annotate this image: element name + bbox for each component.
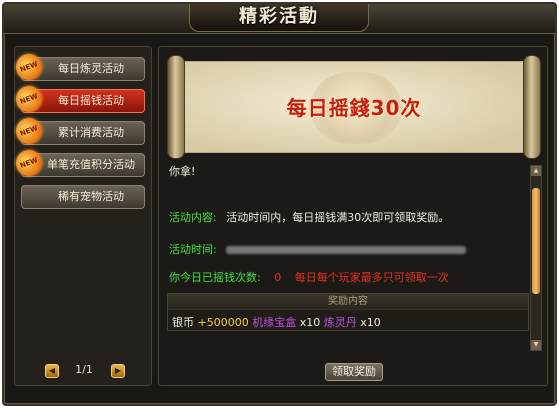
event-window: 精彩活動 NEW 每日炼灵活动 NEW 每日摇钱活动 NEW 累计消费活动 NE…	[2, 2, 557, 406]
sidebar-item-label: 每日摇钱活动	[58, 94, 124, 107]
new-badge-icon: NEW	[12, 146, 46, 180]
sidebar-item-rare-pet[interactable]: 稀有宠物活动	[21, 185, 145, 209]
next-page-icon[interactable]: ▶	[111, 364, 125, 378]
event-detail-panel: 每日摇錢30次 你拿! 活动内容: 活动时间内，每日摇钱满30次即可领取奖励。 …	[158, 46, 548, 386]
event-info: 你拿! 活动内容: 活动时间内，每日摇钱满30次即可领取奖励。 活动时间: 你今…	[167, 161, 529, 351]
scroll-rod-left-icon	[167, 55, 185, 159]
time-label: 活动时间:	[169, 243, 217, 256]
reward-item-name: 炼灵丹	[323, 316, 357, 329]
reward-row: 银币 +500000 机缘宝盒 x10 炼灵丹 x10	[168, 310, 528, 334]
sidebar-item-daily-money-shake[interactable]: NEW 每日摇钱活动	[12, 82, 145, 116]
banner-title: 每日摇錢30次	[286, 96, 422, 120]
currency-amount: +500000	[197, 316, 249, 329]
detail-scrollbar[interactable]: ▲ ▼	[530, 165, 542, 351]
time-row: 活动时间:	[169, 241, 467, 257]
pager: ◀ 1/1 ▶	[15, 361, 151, 383]
reward-item-qty: x10	[299, 316, 321, 329]
count-label: 你今日已摇钱次数:	[169, 271, 261, 284]
scroll-down-icon[interactable]: ▼	[531, 340, 541, 350]
title-bar: 精彩活動	[4, 4, 555, 34]
reward-box: 奖励内容 银币 +500000 机缘宝盒 x10 炼灵丹 x10	[167, 293, 529, 331]
event-banner: 每日摇錢30次	[167, 55, 541, 159]
content-row: 活动内容: 活动时间内，每日摇钱满30次即可领取奖励。	[169, 209, 449, 225]
content-label: 活动内容:	[169, 211, 217, 224]
scroll-up-icon[interactable]: ▲	[531, 166, 541, 176]
count-value: 0	[274, 271, 282, 284]
count-row: 你今日已摇钱次数: 0 每日每个玩家最多只可领取一次	[169, 269, 449, 285]
sidebar-item-label: 每日炼灵活动	[58, 62, 124, 75]
banner-paper: 每日摇錢30次	[181, 61, 527, 153]
sidebar-item-cumulative-spend[interactable]: NEW 累计消费活动	[12, 114, 145, 148]
redacted-time	[226, 246, 467, 254]
reward-item-qty: x10	[360, 316, 381, 329]
sidebar-item-label: 稀有宠物活动	[58, 190, 124, 203]
sidebar-item-daily-refine[interactable]: NEW 每日炼灵活动	[12, 50, 145, 84]
prev-page-icon[interactable]: ◀	[45, 364, 59, 378]
reward-item-name: 机缘宝盒	[252, 316, 297, 329]
intro-text: 你拿!	[169, 165, 196, 178]
page-indicator: 1/1	[75, 363, 93, 376]
sidebar-item-label: 单笔充值积分活动	[47, 158, 135, 171]
new-badge-icon: NEW	[12, 82, 46, 116]
count-note: 每日每个玩家最多只可领取一次	[294, 271, 449, 284]
sidebar-item-label: 累计消费活动	[58, 126, 124, 139]
claim-reward-button[interactable]: 领取奖励	[325, 363, 383, 381]
event-sidebar: NEW 每日炼灵活动 NEW 每日摇钱活动 NEW 累计消费活动 NEW 单笔充…	[12, 46, 152, 386]
title-plate: 精彩活動	[189, 4, 369, 32]
content-value: 活动时间内，每日摇钱满30次即可领取奖励。	[226, 211, 450, 224]
scroll-rod-right-icon	[523, 55, 541, 159]
new-badge-icon: NEW	[12, 50, 46, 84]
reward-header: 奖励内容	[168, 294, 528, 310]
scroll-thumb[interactable]	[532, 188, 540, 294]
window-title: 精彩活動	[239, 6, 319, 27]
sidebar-item-single-recharge[interactable]: NEW 单笔充值积分活动	[12, 146, 145, 180]
new-badge-icon: NEW	[12, 114, 46, 148]
currency-label: 银币	[172, 316, 194, 329]
